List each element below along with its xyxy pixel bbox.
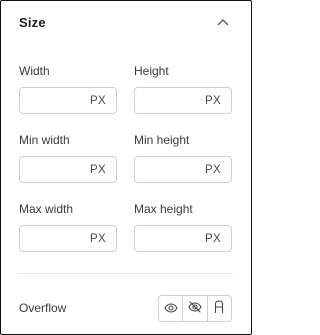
section-header[interactable]: Size	[19, 13, 239, 31]
height-label: Height	[134, 64, 169, 78]
height-field[interactable]: PX	[134, 87, 232, 114]
max-height-label: Max height	[134, 202, 193, 216]
width-label: Width	[19, 64, 50, 78]
overflow-hidden-option[interactable]	[182, 296, 206, 321]
overflow-label: Overflow	[19, 301, 67, 315]
height-input[interactable]	[143, 92, 197, 110]
min-height-unit: PX	[205, 163, 221, 176]
width-field[interactable]: PX	[19, 87, 117, 114]
overflow-toggle-group	[158, 295, 232, 322]
min-height-label: Min height	[134, 133, 190, 147]
min-width-label: Min width	[19, 133, 70, 147]
max-width-unit: PX	[90, 232, 106, 245]
max-height-unit: PX	[205, 232, 221, 245]
max-width-input[interactable]	[28, 230, 82, 248]
size-panel: Size Width Height PX PX Min width Min he…	[0, 0, 252, 335]
height-unit: PX	[205, 94, 221, 107]
width-input[interactable]	[28, 92, 82, 110]
min-width-unit: PX	[90, 163, 106, 176]
section-title: Size	[19, 14, 46, 30]
overflow-visible-option[interactable]	[159, 296, 182, 321]
eye-icon	[164, 300, 178, 318]
max-height-field[interactable]: PX	[134, 225, 232, 252]
width-unit: PX	[90, 94, 106, 107]
auto-icon	[214, 299, 224, 318]
divider	[19, 273, 233, 274]
max-width-label: Max width	[19, 202, 74, 216]
min-width-field[interactable]: PX	[19, 156, 117, 183]
max-width-field[interactable]: PX	[19, 225, 117, 252]
overflow-auto-option[interactable]	[206, 296, 231, 321]
chevron-up-icon[interactable]	[215, 14, 231, 30]
eye-off-icon	[188, 300, 202, 318]
min-height-input[interactable]	[143, 161, 197, 179]
min-height-field[interactable]: PX	[134, 156, 232, 183]
min-width-input[interactable]	[28, 161, 82, 179]
max-height-input[interactable]	[143, 230, 197, 248]
